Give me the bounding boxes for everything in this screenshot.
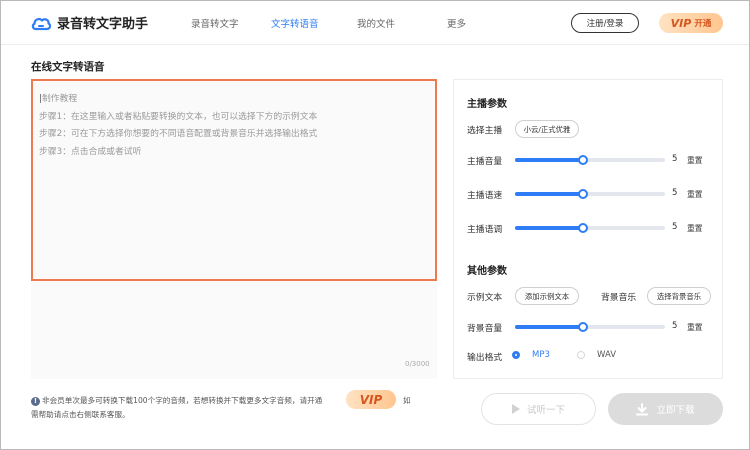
slider-thumb[interactable] bbox=[577, 223, 588, 233]
anchor-volume-slider[interactable] bbox=[515, 155, 665, 165]
char-counter: 0/3000 bbox=[405, 360, 430, 368]
bg-volume-value: 5 bbox=[672, 321, 678, 331]
app-logo[interactable]: 录音转文字助手 bbox=[31, 13, 148, 32]
info-icon: ! bbox=[31, 396, 40, 406]
vip-label: VIP bbox=[670, 16, 692, 30]
anchor-pitch-label: 主播语调 bbox=[467, 225, 503, 235]
anchor-volume-reset-button[interactable]: 重置 bbox=[687, 155, 703, 166]
format-mp3-label[interactable]: MP3 bbox=[532, 350, 550, 360]
anchor-speed-slider[interactable] bbox=[515, 189, 665, 199]
notice-vip-button[interactable]: VIP bbox=[346, 390, 396, 409]
download-icon bbox=[636, 402, 649, 415]
play-icon bbox=[511, 404, 520, 414]
anchor-speed-value: 5 bbox=[672, 188, 678, 198]
placeholder-line: 步骤3：点击合成或者试听 bbox=[39, 146, 142, 157]
cloud-icon bbox=[31, 17, 51, 30]
tab-recording-to-text[interactable]: 录音转文字 bbox=[191, 16, 239, 30]
select-bgm-button[interactable]: 选择背景音乐 bbox=[647, 287, 711, 305]
format-wav-radio[interactable] bbox=[577, 351, 585, 359]
slider-fill bbox=[515, 158, 583, 162]
select-anchor-button[interactable]: 小云/正式优雅 bbox=[515, 120, 579, 138]
placeholder-line: 步骤1：在这里输入或者粘贴要转换的文本，也可以选择下方的示例文本 bbox=[39, 111, 318, 122]
output-format-label: 输出格式 bbox=[467, 353, 503, 363]
placeholder-line: 步骤2：可在下方选择你想要的不同语音配置或背景音乐并选择输出格式 bbox=[39, 129, 318, 139]
slider-thumb[interactable] bbox=[577, 322, 588, 332]
anchor-volume-value: 5 bbox=[672, 154, 678, 164]
notice-line-2: 需帮助请点击右侧联系客服。 bbox=[31, 410, 130, 419]
bg-volume-reset-button[interactable]: 重置 bbox=[687, 322, 703, 333]
vip-open-label: 开通 bbox=[694, 19, 712, 29]
slider-thumb[interactable] bbox=[577, 155, 588, 165]
slider-fill bbox=[515, 192, 583, 196]
add-example-text-button[interactable]: 添加示例文本 bbox=[515, 287, 579, 305]
format-mp3-radio[interactable] bbox=[512, 351, 520, 359]
anchor-pitch-reset-button[interactable]: 重置 bbox=[687, 223, 703, 234]
listen-button[interactable]: 试听一下 bbox=[481, 393, 596, 425]
download-button[interactable]: 立即下载 bbox=[608, 393, 723, 425]
anchor-pitch-slider[interactable] bbox=[515, 223, 665, 233]
page-title: 在线文字转语音 bbox=[31, 61, 105, 73]
vip-open-button[interactable]: VIP 开通 bbox=[659, 13, 723, 33]
other-params-title: 其他参数 bbox=[467, 266, 507, 277]
listen-label: 试听一下 bbox=[526, 405, 565, 416]
select-anchor-label: 选择主播 bbox=[467, 126, 503, 136]
notice-line-1: 非会员单次最多可转换下载100个字的音频，若想转换并下载更多文字音频，请开通 bbox=[42, 396, 323, 405]
slider-fill bbox=[515, 226, 583, 230]
text-input-area[interactable]: |制作教程 步骤1：在这里输入或者粘贴要转换的文本，也可以选择下方的示例文本 步… bbox=[31, 79, 437, 281]
slider-thumb[interactable] bbox=[577, 189, 588, 199]
slider-fill bbox=[515, 325, 583, 329]
tab-text-to-speech[interactable]: 文字转语音 bbox=[271, 16, 319, 30]
top-header: 录音转文字助手 录音转文字 文字转语音 我的文件 更多 注册/登录 VIP 开通 bbox=[1, 1, 749, 45]
anchor-params-title: 主播参数 bbox=[467, 99, 507, 110]
tab-more[interactable]: 更多 bbox=[447, 16, 466, 30]
app-window: 录音转文字助手 录音转文字 文字转语音 我的文件 更多 注册/登录 VIP 开通… bbox=[0, 0, 750, 450]
anchor-speed-label: 主播语速 bbox=[467, 191, 503, 201]
tab-my-files[interactable]: 我的文件 bbox=[357, 16, 395, 30]
anchor-speed-reset-button[interactable]: 重置 bbox=[687, 189, 703, 200]
placeholder-line: 制作教程 bbox=[41, 94, 78, 104]
vip-label: VIP bbox=[359, 392, 383, 407]
bgm-label: 背景音乐 bbox=[601, 293, 637, 303]
app-name: 录音转文字助手 bbox=[57, 17, 149, 32]
example-text-label: 示例文本 bbox=[467, 293, 503, 303]
login-button[interactable]: 注册/登录 bbox=[571, 13, 639, 33]
anchor-pitch-value: 5 bbox=[672, 222, 678, 232]
bg-volume-slider[interactable] bbox=[515, 322, 665, 332]
bg-volume-label: 背景音量 bbox=[467, 324, 503, 334]
anchor-volume-label: 主播音量 bbox=[467, 157, 503, 167]
notice-ru-text: 如 bbox=[403, 396, 411, 405]
format-wav-label[interactable]: WAV bbox=[597, 350, 616, 360]
editor-placeholder: |制作教程 步骤1：在这里输入或者粘贴要转换的文本，也可以选择下方的示例文本 步… bbox=[39, 91, 317, 161]
download-label: 立即下载 bbox=[656, 405, 695, 416]
